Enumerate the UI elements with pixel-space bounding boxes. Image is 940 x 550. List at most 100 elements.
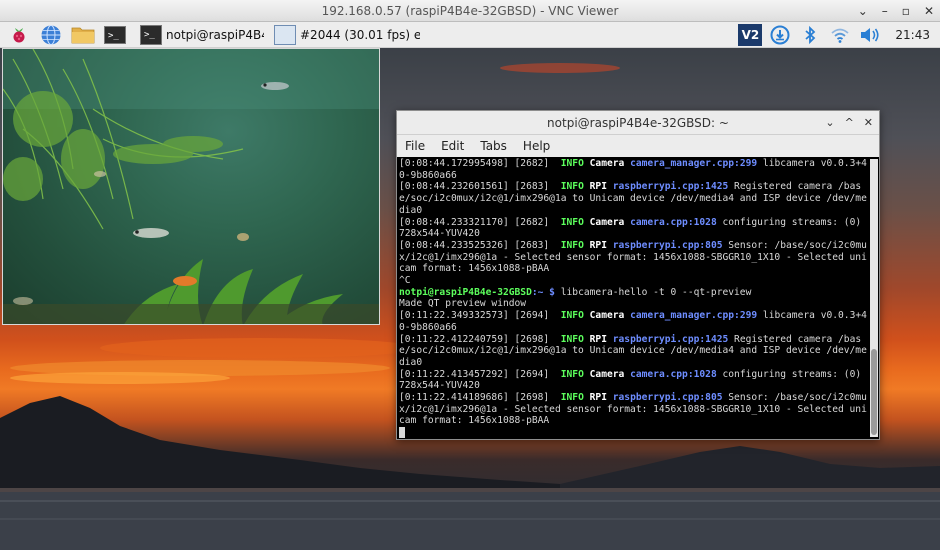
wifi-tray[interactable] — [827, 23, 853, 47]
log-source-file: raspberrypi.cpp:805 — [612, 239, 723, 251]
taskbar-item-terminal[interactable]: >_ notpi@raspiP4B4e-3... — [136, 23, 264, 47]
update-tray[interactable] — [767, 23, 793, 47]
log-category: Camera — [589, 368, 625, 380]
raspberry-menu-button[interactable] — [6, 23, 32, 47]
vnc-title-bar[interactable]: 192.168.0.57 (raspiP4B4e-32GBSD) - VNC V… — [0, 0, 940, 22]
volume-icon — [861, 28, 879, 42]
vnc-close-button[interactable]: ✕ — [924, 0, 934, 22]
interrupt-line: ^C — [399, 275, 411, 287]
terminal-icon: >_ — [104, 25, 126, 44]
log-timestamp: [0:08:44.233525326] [2683] — [399, 239, 550, 251]
log-source-file: raspberrypi.cpp:805 — [612, 392, 723, 404]
vnc-server-icon: V2 — [738, 24, 763, 46]
log-source-file: camera_manager.cpp:299 — [630, 158, 758, 169]
log-source-file: camera_manager.cpp:299 — [630, 310, 758, 322]
log-line: [0:08:44.172995498] [2682] INFO Camera c… — [399, 158, 867, 181]
vnc-maximize-button[interactable]: ▫ — [902, 0, 910, 22]
log-level: INFO — [560, 216, 584, 228]
log-source-file: camera.cpp:1028 — [630, 216, 717, 228]
taskbar-item-label: #2044 (30.01 fps) ex... — [300, 27, 420, 42]
log-line: [0:11:22.414189686] [2698] INFO RPI rasp… — [399, 392, 867, 427]
command-text: libcamera-hello -t 0 --qt-preview — [554, 286, 752, 298]
command-line: notpi@raspiP4B4e-32GBSD:~ $ libcamera-he… — [399, 287, 867, 299]
globe-icon — [41, 24, 61, 45]
bluetooth-icon — [805, 25, 816, 45]
log-level: INFO — [560, 333, 584, 345]
log-level: INFO — [560, 181, 584, 193]
aquarium-video-frame — [3, 49, 379, 324]
menu-tabs[interactable]: Tabs — [472, 139, 515, 153]
clock[interactable]: 21:43 — [895, 28, 930, 42]
terminal-window[interactable]: notpi@raspiP4B4e-32GBSD: ~ ⌄ ^ ✕ File Ed… — [396, 110, 880, 440]
vnc-menu-button[interactable]: ⌄ — [858, 0, 868, 22]
log-line: [0:08:44.233525326] [2683] INFO RPI rasp… — [399, 240, 867, 275]
log-category: Camera — [589, 310, 625, 322]
terminal-title: notpi@raspiP4B4e-32GBSD: ~ — [547, 116, 729, 130]
terminal-icon: >_ — [140, 24, 162, 45]
terminal-scrollbar[interactable] — [870, 159, 878, 437]
terminal-output[interactable]: [0:08:44.172995498] [2682] INFO Camera c… — [397, 157, 869, 439]
taskbar-item-preview[interactable]: #2044 (30.01 fps) ex... — [270, 23, 420, 47]
log-source-file: raspberrypi.cpp:1425 — [612, 333, 729, 345]
log-line: [0:11:22.412240759] [2698] INFO RPI rasp… — [399, 334, 867, 369]
volume-tray[interactable] — [857, 23, 883, 47]
log-category: RPI — [589, 392, 607, 404]
vnc-window-title: 192.168.0.57 (raspiP4B4e-32GBSD) - VNC V… — [321, 4, 619, 18]
log-line: [0:08:44.232601561] [2683] INFO RPI rasp… — [399, 181, 867, 216]
cursor-line — [399, 427, 867, 439]
vnc-server-tray[interactable]: V2 — [737, 23, 763, 47]
log-line: [0:11:22.349332573] [2694] INFO Camera c… — [399, 310, 867, 333]
log-timestamp: [0:11:22.414189686] [2698] — [399, 392, 550, 404]
log-timestamp: [0:11:22.349332573] [2694] — [399, 310, 550, 322]
vnc-window-controls: ⌄ – ▫ ✕ — [858, 0, 934, 22]
bluetooth-tray[interactable] — [797, 23, 823, 47]
taskbar-panel: >_ >_ notpi@raspiP4B4e-3... #2044 (30.01… — [0, 22, 940, 48]
update-icon — [770, 25, 790, 45]
file-manager-launcher[interactable] — [70, 23, 96, 47]
taskbar-item-label: notpi@raspiP4B4e-3... — [166, 27, 264, 42]
log-category: RPI — [589, 239, 607, 251]
terminal-minimize-button[interactable]: ⌄ — [825, 111, 834, 135]
menu-help[interactable]: Help — [515, 139, 558, 153]
log-line: [0:08:44.233321170] [2682] INFO Camera c… — [399, 217, 867, 240]
web-browser-launcher[interactable] — [38, 23, 64, 47]
terminal-close-button[interactable]: ✕ — [864, 111, 873, 135]
log-source-file: raspberrypi.cpp:1425 — [612, 181, 729, 193]
menu-edit[interactable]: Edit — [433, 139, 472, 153]
terminal-menu-bar: File Edit Tabs Help — [397, 135, 879, 157]
log-category: RPI — [589, 333, 607, 345]
terminal-title-bar[interactable]: notpi@raspiP4B4e-32GBSD: ~ ⌄ ^ ✕ — [397, 111, 879, 135]
log-source-file: camera.cpp:1028 — [630, 368, 717, 380]
log-category: Camera — [589, 216, 625, 228]
wifi-icon — [831, 28, 849, 43]
output-line: Made QT preview window — [399, 298, 527, 310]
log-timestamp: [0:11:22.412240759] [2698] — [399, 333, 550, 345]
log-category: Camera — [589, 158, 625, 169]
menu-file[interactable]: File — [397, 139, 433, 153]
vnc-minimize-button[interactable]: – — [882, 0, 888, 22]
log-timestamp: [0:11:22.413457292] [2694] — [399, 368, 550, 380]
terminal-maximize-button[interactable]: ^ — [845, 111, 854, 135]
camera-preview-window[interactable] — [2, 48, 380, 325]
window-icon — [274, 24, 296, 45]
prompt-user: notpi@raspiP4B4e-32GBSD — [399, 286, 532, 298]
log-timestamp: [0:08:44.172995498] [2682] — [399, 158, 550, 169]
scrollbar-thumb[interactable] — [871, 349, 877, 435]
terminal-launcher[interactable]: >_ — [102, 23, 128, 47]
log-timestamp: [0:08:44.233321170] [2682] — [399, 216, 550, 228]
prompt-path: :~ $ — [531, 286, 555, 298]
log-timestamp: [0:08:44.232601561] [2683] — [399, 181, 550, 193]
system-tray: V2 21:43 — [737, 22, 940, 48]
log-level: INFO — [560, 392, 584, 404]
log-category: RPI — [589, 181, 607, 193]
raspberry-icon — [13, 27, 25, 42]
log-level: INFO — [560, 310, 584, 322]
